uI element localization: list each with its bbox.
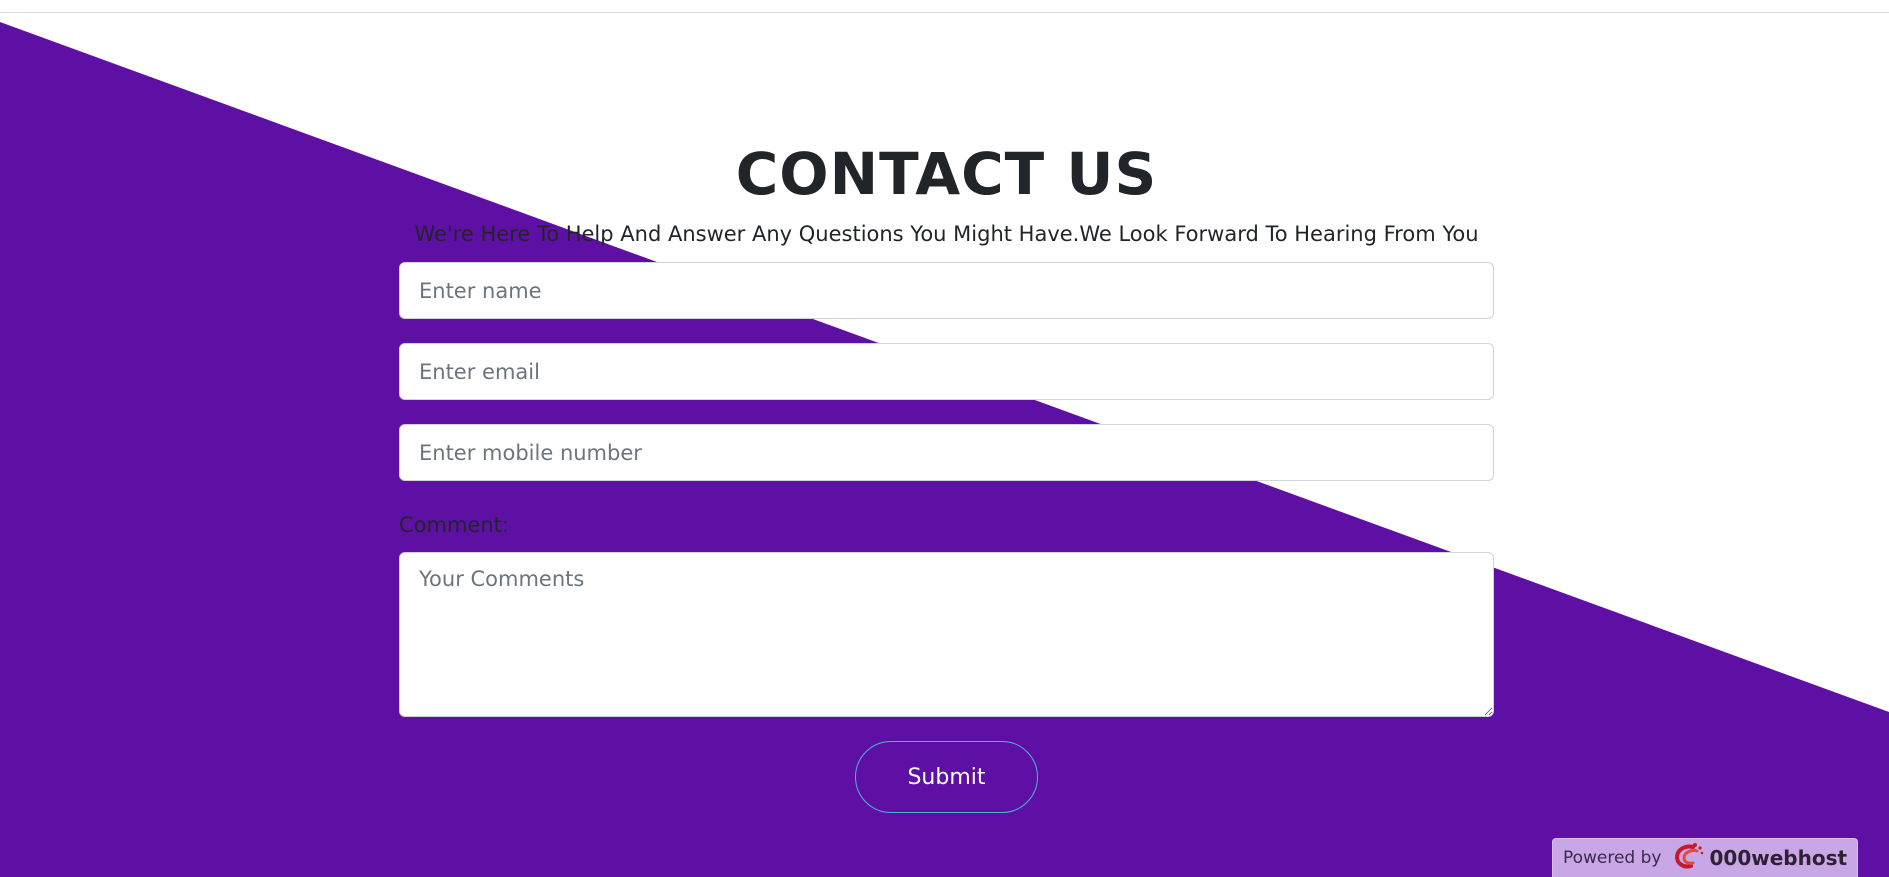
000webhost-logo-icon [1671, 841, 1705, 875]
top-divider [0, 12, 1889, 13]
powered-by-badge[interactable]: Powered by 000webhost [1552, 838, 1858, 877]
mobile-number-field[interactable] [399, 424, 1494, 481]
email-field[interactable] [399, 343, 1494, 400]
comment-label: Comment: [399, 513, 509, 537]
submit-button[interactable]: Submit [855, 741, 1038, 813]
brand-name: 000webhost [1709, 846, 1848, 870]
contact-page: CONTACT US We're Here To Help And Answer… [0, 0, 1889, 877]
submit-row: Submit [399, 741, 1494, 813]
contact-form-section: CONTACT US We're Here To Help And Answer… [399, 140, 1494, 813]
name-field[interactable] [399, 262, 1494, 319]
brand: 000webhost [1671, 841, 1847, 875]
powered-by-label: Powered by [1562, 848, 1662, 868]
page-title: CONTACT US [735, 140, 1158, 208]
comment-textarea[interactable] [399, 552, 1494, 717]
page-subtitle: We're Here To Help And Answer Any Questi… [414, 222, 1479, 246]
contact-form: Comment: Submit [399, 262, 1494, 813]
